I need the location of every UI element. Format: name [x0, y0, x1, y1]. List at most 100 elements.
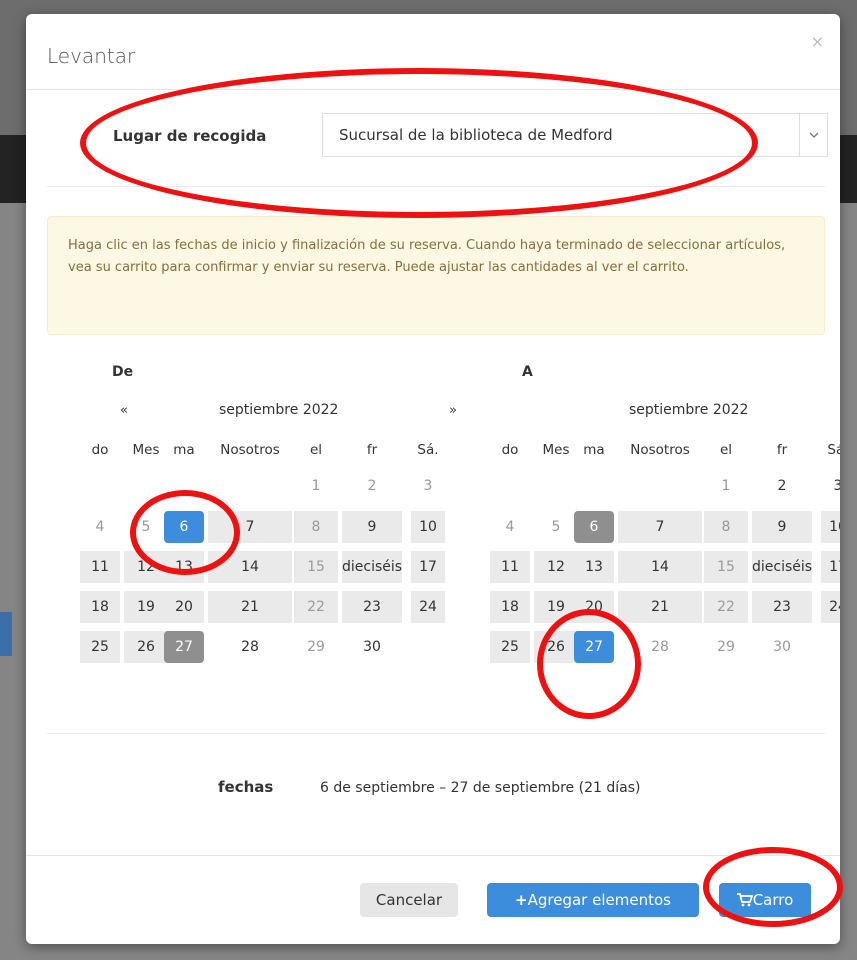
calendar-day[interactable]: 3 [411, 470, 445, 502]
calendar-day[interactable]: 19 [534, 591, 578, 623]
calendar-day[interactable]: 10 [821, 511, 840, 543]
weekday-header: Sá. [417, 442, 439, 458]
modal-header: Levantar × [26, 14, 840, 90]
calendar-day[interactable]: 6 [164, 511, 204, 543]
calendar-day[interactable]: 17 [411, 551, 445, 583]
calendar-day[interactable]: 18 [490, 591, 530, 623]
calendar-day[interactable]: 14 [618, 551, 702, 583]
calendar-day[interactable]: 27 [574, 631, 614, 663]
calendar-day[interactable]: 19 [124, 591, 168, 623]
divider [47, 733, 825, 734]
cancel-button[interactable]: Cancelar [360, 883, 458, 917]
calendar-day[interactable]: 1 [704, 470, 748, 502]
add-items-button[interactable]: +Agregar elementos [487, 883, 699, 917]
calendar-day[interactable]: 10 [411, 511, 445, 543]
calendar-day[interactable]: 14 [208, 551, 292, 583]
calendar-day[interactable]: 21 [618, 591, 702, 623]
pickup-location-value: Sucursal de la biblioteca de Medford [339, 126, 613, 144]
calendar-day[interactable]: 5 [534, 511, 578, 543]
cart-icon [736, 893, 753, 907]
weekday-header: do [501, 442, 519, 458]
calendar-day[interactable]: 15 [294, 551, 338, 583]
calendar-day[interactable]: 6 [574, 511, 614, 543]
cart-button-label: Carro [752, 891, 794, 909]
calendar-day[interactable]: 18 [80, 591, 120, 623]
weekday-header: el [719, 442, 733, 458]
weekday-header: el [309, 442, 323, 458]
to_cal-month-title: septiembre 2022 [629, 402, 749, 418]
calendar-day[interactable]: 24 [821, 591, 840, 623]
calendar-day[interactable]: 8 [704, 511, 748, 543]
calendar-day[interactable]: 2 [342, 470, 402, 502]
pickup-location-select[interactable]: Sucursal de la biblioteca de Medford [322, 113, 828, 157]
calendar-day[interactable]: 26 [534, 631, 578, 663]
calendar-day[interactable]: 28 [618, 631, 702, 663]
calendar-day[interactable]: 12 [534, 551, 578, 583]
pickup-modal: Levantar × Lugar de recogida Sucursal de… [26, 14, 840, 944]
calendar-day[interactable]: 3 [821, 470, 840, 502]
calendar-day[interactable]: 23 [752, 591, 812, 623]
calendar-day[interactable]: dieciséis [342, 551, 402, 583]
calendar-day[interactable]: dieciséis [752, 551, 812, 583]
pickup-location-label: Lugar de recogida [113, 127, 267, 145]
add-items-button-label: Agregar elementos [527, 891, 671, 909]
calendar-day[interactable]: 15 [704, 551, 748, 583]
footer-divider [26, 855, 840, 856]
calendar-day[interactable]: 2 [752, 470, 812, 502]
close-icon[interactable]: × [811, 32, 824, 51]
calendar-day[interactable]: 13 [164, 551, 204, 583]
weekday-header: fr [776, 442, 788, 458]
calendar-day[interactable]: 29 [704, 631, 748, 663]
calendar-day[interactable]: 26 [124, 631, 168, 663]
calendar-day[interactable]: 30 [342, 631, 402, 663]
weekday-header: ma [173, 442, 195, 458]
background-button [0, 612, 12, 656]
weekday-header: fr [366, 442, 378, 458]
calendar-day[interactable]: 20 [164, 591, 204, 623]
calendar-day[interactable]: 20 [574, 591, 614, 623]
calendar-day[interactable]: 30 [752, 631, 812, 663]
prev-month-button[interactable]: « [120, 403, 128, 418]
weekday-header: Mes [542, 442, 570, 458]
calendar-day[interactable]: 11 [80, 551, 120, 583]
calendar-day[interactable]: 9 [752, 511, 812, 543]
calendar-day[interactable]: 13 [574, 551, 614, 583]
weekday-header: do [91, 442, 109, 458]
calendar-day[interactable]: 7 [208, 511, 292, 543]
calendar-day[interactable]: 22 [704, 591, 748, 623]
dates-value: 6 de septiembre – 27 de septiembre (21 d… [320, 780, 641, 796]
chevron-down-icon[interactable] [799, 114, 827, 156]
next-month-button[interactable]: » [449, 403, 457, 418]
calendar-day[interactable]: 17 [821, 551, 840, 583]
calendar-day[interactable]: 22 [294, 591, 338, 623]
instructions-alert: Haga clic en las fechas de inicio y fina… [47, 216, 825, 335]
calendar-day[interactable]: 1 [294, 470, 338, 502]
weekday-header: Nosotros [630, 442, 690, 458]
calendar-day[interactable]: 23 [342, 591, 402, 623]
weekday-header: Sá. [827, 442, 840, 458]
from_cal-month-title: septiembre 2022 [219, 402, 339, 418]
calendar-day[interactable]: 12 [124, 551, 168, 583]
calendar-day[interactable]: 4 [490, 511, 530, 543]
calendar-day[interactable]: 4 [80, 511, 120, 543]
weekday-header: Mes [132, 442, 160, 458]
instructions-text: Haga clic en las fechas de inicio y fina… [68, 238, 786, 275]
calendar-day[interactable]: 27 [164, 631, 204, 663]
plus-icon: + [515, 891, 528, 909]
calendar-day[interactable]: 25 [80, 631, 120, 663]
calendar-day[interactable]: 11 [490, 551, 530, 583]
calendar-day[interactable]: 29 [294, 631, 338, 663]
calendar-day[interactable]: 7 [618, 511, 702, 543]
calendar-day[interactable]: 8 [294, 511, 338, 543]
calendar-day[interactable]: 24 [411, 591, 445, 623]
from_cal-label: De [112, 364, 134, 380]
weekday-header: ma [583, 442, 605, 458]
calendar-day[interactable]: 9 [342, 511, 402, 543]
divider [47, 186, 825, 187]
calendar-day[interactable]: 5 [124, 511, 168, 543]
calendar-day[interactable]: 25 [490, 631, 530, 663]
calendar-day[interactable]: 21 [208, 591, 292, 623]
calendar-day[interactable]: 28 [208, 631, 292, 663]
cart-button[interactable]: Carro [719, 883, 811, 917]
cancel-button-label: Cancelar [375, 891, 443, 909]
